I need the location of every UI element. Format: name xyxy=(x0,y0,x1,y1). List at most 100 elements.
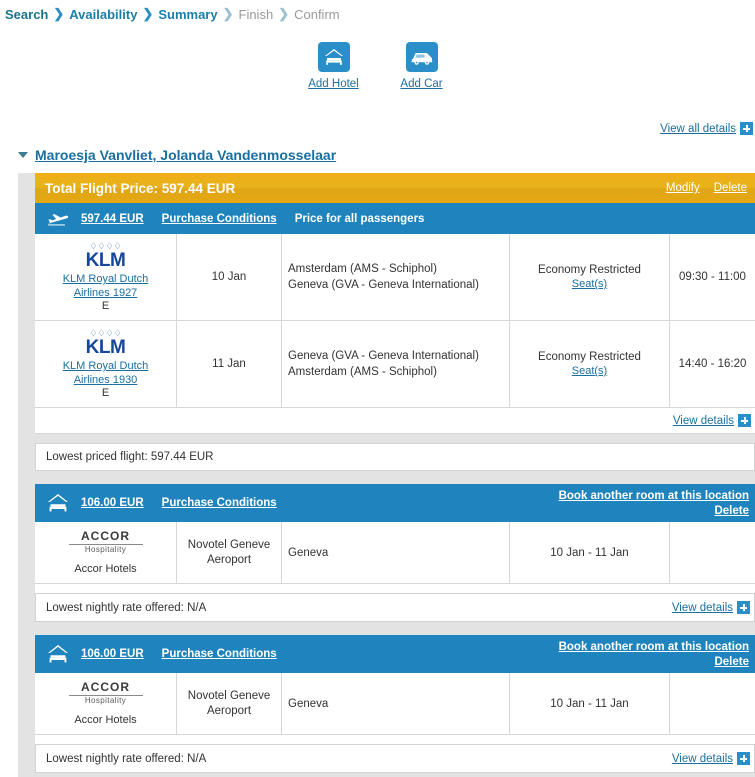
hotel-price-link[interactable]: 106.00 EUR xyxy=(81,648,144,660)
hotel-table: ACCOR Hospitality Accor Hotels Novotel G… xyxy=(35,522,755,584)
expand-plus-icon[interactable] xyxy=(740,122,753,135)
hotel-extra-cell xyxy=(669,522,755,584)
klm-logo: ♢♢♢♢ KLM xyxy=(41,329,170,358)
flight-price-note: Price for all passengers xyxy=(294,212,425,225)
car-icon xyxy=(405,42,438,72)
hotel-chain-cell: ACCOR Hospitality Accor Hotels xyxy=(35,522,177,584)
klm-wordmark: KLM xyxy=(85,250,126,271)
breadcrumb-item-availability[interactable]: Availability xyxy=(69,7,137,22)
flight-modify-link[interactable]: Modify xyxy=(666,182,700,194)
flight-cabin-code: E xyxy=(101,387,110,399)
table-row: ♢♢♢♢ KLM KLM Royal Dutch Airlines 1927 E… xyxy=(35,234,755,321)
hotel-chain-name: Accor Hotels xyxy=(74,563,137,575)
hotel-actions: Book another room at this location Delet… xyxy=(559,490,749,517)
flight-class-cell: Economy Restricted Seat(s) xyxy=(509,320,670,408)
flight-cabin-class: Economy Restricted xyxy=(538,264,641,276)
flight-route-cell: Geneva (GVA - Geneva International) Amst… xyxy=(281,320,510,408)
expand-plus-icon[interactable] xyxy=(737,601,750,614)
hotel-city: Geneva xyxy=(281,673,510,735)
collapse-triangle-icon[interactable] xyxy=(18,152,28,158)
hotel-purchase-conditions-link[interactable]: Purchase Conditions xyxy=(162,497,277,509)
flight-date: 10 Jan xyxy=(176,234,282,321)
accor-logo-subtitle: Hospitality xyxy=(84,545,127,554)
hotel-bed-icon xyxy=(45,641,71,667)
table-row: ACCOR Hospitality Accor Hotels Novotel G… xyxy=(35,522,755,584)
flight-total-label: Total Flight Price: 597.44 EUR xyxy=(45,180,236,196)
hotel-book-another-room-link[interactable]: Book another room at this location xyxy=(559,641,749,653)
airplane-icon xyxy=(45,206,71,232)
flight-class-cell: Economy Restricted Seat(s) xyxy=(509,234,670,321)
hotel-view-details-link[interactable]: View details xyxy=(672,753,733,765)
breadcrumb-item-finish: Finish xyxy=(238,6,274,22)
hotel-panel: 106.00 EUR Purchase Conditions Book anot… xyxy=(35,484,755,622)
flight-panel: Total Flight Price: 597.44 EUR Modify De… xyxy=(35,173,755,434)
accor-wordmark: ACCOR xyxy=(81,680,130,694)
chevron-right-icon: ❯ xyxy=(142,6,154,21)
itinerary-container: Total Flight Price: 597.44 EUR Modify De… xyxy=(18,173,755,777)
flight-total-bar: Total Flight Price: 597.44 EUR Modify De… xyxy=(35,173,755,203)
accor-wordmark: ACCOR xyxy=(81,529,130,543)
hotel-dates: 10 Jan - 11 Jan xyxy=(509,673,670,735)
flight-airline-cell: ♢♢♢♢ KLM KLM Royal Dutch Airlines 1930 E xyxy=(35,320,177,408)
hotel-actions: Book another room at this location Delet… xyxy=(559,641,749,668)
accor-logo: ACCOR Hospitality xyxy=(41,530,170,554)
hotel-bed-icon xyxy=(317,42,350,72)
add-car-button[interactable]: Add Car xyxy=(391,42,453,90)
table-row: ACCOR Hospitality Accor Hotels Novotel G… xyxy=(35,673,755,735)
breadcrumb-item-search[interactable]: Search xyxy=(5,7,48,22)
hotel-dates: 10 Jan - 11 Jan xyxy=(509,522,670,584)
hotel-chain-cell: ACCOR Hospitality Accor Hotels xyxy=(35,673,177,735)
view-all-details-row: View all details xyxy=(0,122,755,135)
flight-price-bar: 597.44 EUR Purchase Conditions Price for… xyxy=(35,203,755,234)
add-hotel-label: Add Hotel xyxy=(308,78,359,90)
flight-airline-link[interactable]: KLM Royal Dutch Airlines 1930 xyxy=(41,359,170,387)
flight-price-link[interactable]: 597.44 EUR xyxy=(81,213,144,225)
hotel-view-details-link[interactable]: View details xyxy=(672,602,733,614)
table-row: ♢♢♢♢ KLM KLM Royal Dutch Airlines 1930 E… xyxy=(35,320,755,408)
hotel-extra-cell xyxy=(669,673,755,735)
hotel-chain-name: Accor Hotels xyxy=(74,714,137,726)
flight-number: 1930 xyxy=(112,374,138,386)
flight-times: 09:30 - 11:00 xyxy=(669,234,755,321)
breadcrumb-item-summary[interactable]: Summary xyxy=(158,7,217,22)
klm-logo: ♢♢♢♢ KLM xyxy=(41,242,170,271)
flight-seats-link[interactable]: Seat(s) xyxy=(516,278,663,290)
flight-destination: Geneva (GVA - Geneva International) xyxy=(288,279,479,291)
chevron-right-icon: ❯ xyxy=(222,6,234,21)
flight-times: 14:40 - 16:20 xyxy=(669,320,755,408)
flight-destination: Amsterdam (AMS - Schiphol) xyxy=(288,366,437,378)
flight-route-cell: Amsterdam (AMS - Schiphol) Geneva (GVA -… xyxy=(281,234,510,321)
flight-seats-link[interactable]: Seat(s) xyxy=(516,365,663,377)
flight-purchase-conditions-link[interactable]: Purchase Conditions xyxy=(162,213,277,225)
add-hotel-button[interactable]: Add Hotel xyxy=(303,42,365,90)
view-all-details-link[interactable]: View all details xyxy=(660,123,736,135)
hotel-name: Novotel Geneve Aeroport xyxy=(176,522,282,584)
hotel-lowest-rate-row: Lowest nightly rate offered: N/A View de… xyxy=(35,744,755,773)
flight-airline-link[interactable]: KLM Royal Dutch Airlines 1927 xyxy=(41,272,170,300)
hotel-lowest-rate-note: Lowest nightly rate offered: N/A xyxy=(46,601,207,614)
flight-cabin-code: E xyxy=(101,300,110,312)
hotel-price-link[interactable]: 106.00 EUR xyxy=(81,497,144,509)
hotel-lowest-rate-note: Lowest nightly rate offered: N/A xyxy=(46,752,207,765)
flight-number: 1927 xyxy=(112,287,138,299)
breadcrumb: Search ❯ Availability ❯ Summary ❯ Finish… xyxy=(0,0,755,28)
hotel-purchase-conditions-link[interactable]: Purchase Conditions xyxy=(162,648,277,660)
hotel-delete-link[interactable]: Delete xyxy=(714,656,749,668)
lowest-flight-price-note: Lowest priced flight: 597.44 EUR xyxy=(35,443,755,471)
flight-delete-link[interactable]: Delete xyxy=(714,182,747,194)
hotel-book-another-room-link[interactable]: Book another room at this location xyxy=(559,490,749,502)
flight-cabin-class: Economy Restricted xyxy=(538,351,641,363)
hotel-delete-link[interactable]: Delete xyxy=(714,505,749,517)
traveller-name[interactable]: Maroesja Vanvliet, Jolanda Vandenmossela… xyxy=(35,147,336,163)
hotel-city: Geneva xyxy=(281,522,510,584)
flight-view-details-link[interactable]: View details xyxy=(673,415,734,427)
expand-plus-icon[interactable] xyxy=(738,414,751,427)
flight-origin: Geneva (GVA - Geneva International) xyxy=(288,350,479,362)
traveller-header[interactable]: Maroesja Vanvliet, Jolanda Vandenmossela… xyxy=(0,147,755,163)
expand-plus-icon[interactable] xyxy=(737,752,750,765)
add-car-label: Add Car xyxy=(400,78,443,90)
flight-table: ♢♢♢♢ KLM KLM Royal Dutch Airlines 1927 E… xyxy=(35,234,755,408)
hotel-price-bar: 106.00 EUR Purchase Conditions Book anot… xyxy=(35,484,755,522)
hotel-table: ACCOR Hospitality Accor Hotels Novotel G… xyxy=(35,673,755,735)
accor-logo-subtitle: Hospitality xyxy=(84,696,127,705)
